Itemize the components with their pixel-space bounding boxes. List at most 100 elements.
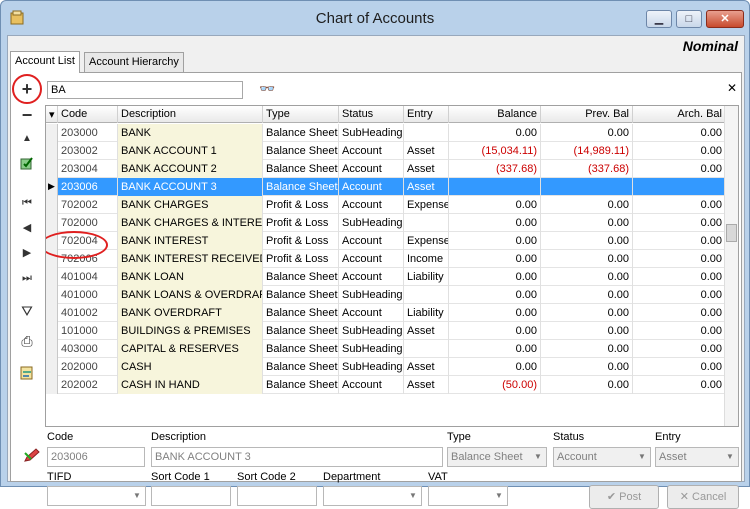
cell-status[interactable]: Account <box>339 376 404 394</box>
row-indicator[interactable]: ▶ <box>46 178 58 196</box>
cell-code[interactable]: 203006 <box>58 178 118 196</box>
cell-prev-bal[interactable]: 0.00 <box>541 268 633 286</box>
cell-balance[interactable]: 0.00 <box>449 304 541 322</box>
cell-code[interactable]: 401004 <box>58 268 118 286</box>
cell-balance[interactable] <box>449 178 541 196</box>
cell-arch-bal[interactable]: 0.00 <box>633 268 726 286</box>
cell-description[interactable]: BANK CHARGES <box>118 196 263 214</box>
cell-arch-bal[interactable]: 0.00 <box>633 358 726 376</box>
cell-status[interactable]: Account <box>339 232 404 250</box>
header-type[interactable]: Type <box>263 106 339 123</box>
cell-status[interactable]: Account <box>339 196 404 214</box>
cell-arch-bal[interactable]: 0.00 <box>633 214 726 232</box>
cell-type[interactable]: Balance Sheet <box>263 376 339 394</box>
cell-description[interactable]: BANK INTEREST RECEIVED <box>118 250 263 268</box>
table-row[interactable]: 401002 BANK OVERDRAFT Balance Sheet Account… <box>46 304 726 322</box>
remove-icon[interactable]: − <box>17 105 37 125</box>
cell-prev-bal[interactable]: (337.68) <box>541 160 633 178</box>
row-indicator[interactable] <box>46 160 58 178</box>
department-select[interactable]: ▼ <box>323 486 422 506</box>
cell-code[interactable]: 401002 <box>58 304 118 322</box>
table-row[interactable]: 401000 BANK LOANS & OVERDRAFT Balance Shee… <box>46 286 726 304</box>
cell-description[interactable]: CASH <box>118 358 263 376</box>
cell-arch-bal[interactable]: 0.00 <box>633 322 726 340</box>
previous-record-icon[interactable]: ◀ <box>17 218 37 238</box>
entry-select[interactable]: Asset ▼ <box>655 447 739 467</box>
header-status[interactable]: Status <box>339 106 404 123</box>
cell-type[interactable]: Balance Sheet <box>263 322 339 340</box>
cell-entry[interactable]: Expense <box>404 196 449 214</box>
cell-balance[interactable]: 0.00 <box>449 214 541 232</box>
minimize-button[interactable]: ▁ <box>646 10 672 28</box>
cell-description[interactable]: BANK CHARGES & INTEREST <box>118 214 263 232</box>
cell-entry[interactable]: Asset <box>404 142 449 160</box>
cell-arch-bal[interactable]: 0.00 <box>633 232 726 250</box>
cell-entry[interactable]: Asset <box>404 376 449 394</box>
cell-entry[interactable] <box>404 214 449 232</box>
cell-type[interactable]: Balance Sheet <box>263 142 339 160</box>
cell-arch-bal[interactable]: 0.00 <box>633 286 726 304</box>
cell-arch-bal[interactable]: 0.00 <box>633 142 726 160</box>
row-indicator[interactable] <box>46 358 58 376</box>
cell-entry[interactable]: Asset <box>404 160 449 178</box>
cancel-button[interactable]: ✕ Cancel <box>667 485 739 509</box>
filter-funnel-icon[interactable]: ⛛ <box>17 301 37 321</box>
clear-filter-icon[interactable]: ✕ <box>727 81 737 95</box>
cell-prev-bal[interactable]: 0.00 <box>541 376 633 394</box>
cell-type[interactable]: Balance Sheet <box>263 340 339 358</box>
cell-arch-bal[interactable]: 0.00 <box>633 250 726 268</box>
cell-description[interactable]: BANK ACCOUNT 1 <box>118 142 263 160</box>
cell-balance[interactable]: 0.00 <box>449 250 541 268</box>
header-arch-bal[interactable]: Arch. Bal <box>633 106 726 123</box>
row-indicator[interactable] <box>46 340 58 358</box>
cell-entry[interactable]: Asset <box>404 358 449 376</box>
cell-entry[interactable]: Liability <box>404 304 449 322</box>
cell-arch-bal[interactable]: 0.00 <box>633 376 726 394</box>
cell-status[interactable]: Account <box>339 250 404 268</box>
table-row[interactable]: 702004 BANK INTEREST Profit & Loss Account E… <box>46 232 726 250</box>
cell-entry[interactable] <box>404 124 449 142</box>
cell-prev-bal[interactable]: 0.00 <box>541 286 633 304</box>
table-row[interactable]: 202000 CASH Balance Sheet SubHeading Asset 0.… <box>46 358 726 376</box>
cell-code[interactable]: 203002 <box>58 142 118 160</box>
cell-entry[interactable] <box>404 340 449 358</box>
cell-type[interactable]: Balance Sheet <box>263 268 339 286</box>
cell-type[interactable]: Profit & Loss <box>263 196 339 214</box>
cell-status[interactable]: SubHeading <box>339 214 404 232</box>
row-indicator[interactable] <box>46 322 58 340</box>
table-row[interactable]: 401004 BANK LOAN Balance Sheet Account Liabi… <box>46 268 726 286</box>
cell-balance[interactable]: (50.00) <box>449 376 541 394</box>
close-button[interactable]: ✕ <box>706 10 744 28</box>
header-entry[interactable]: Entry <box>404 106 449 123</box>
cell-code[interactable]: 702000 <box>58 214 118 232</box>
cell-code[interactable]: 401000 <box>58 286 118 304</box>
table-row[interactable]: 203000 BANK Balance Sheet SubHeading 0.00 0.0… <box>46 124 726 142</box>
sort-code-2-field[interactable] <box>237 486 317 506</box>
table-row[interactable]: 702002 BANK CHARGES Profit & Loss Account Ex… <box>46 196 726 214</box>
title-bar[interactable]: Chart of Accounts ▁ □ ✕ <box>1 1 749 35</box>
cell-prev-bal[interactable]: 0.00 <box>541 358 633 376</box>
edit-icon[interactable] <box>17 155 37 175</box>
header-code[interactable]: Code <box>58 106 118 123</box>
cell-balance[interactable]: 0.00 <box>449 232 541 250</box>
next-record-icon[interactable]: ▶ <box>17 243 37 263</box>
cell-arch-bal[interactable]: 0.00 <box>633 160 726 178</box>
cell-status[interactable]: SubHeading <box>339 124 404 142</box>
cell-balance[interactable]: 0.00 <box>449 196 541 214</box>
cell-balance[interactable]: (337.68) <box>449 160 541 178</box>
cell-code[interactable]: 202000 <box>58 358 118 376</box>
sort-code-1-field[interactable] <box>151 486 231 506</box>
cell-prev-bal[interactable]: 0.00 <box>541 340 633 358</box>
cell-entry[interactable]: Liability <box>404 268 449 286</box>
binoculars-icon[interactable]: 👓 <box>259 81 275 97</box>
cell-balance[interactable]: 0.00 <box>449 358 541 376</box>
tifd-select[interactable]: ▼ <box>47 486 146 506</box>
row-indicator[interactable] <box>46 142 58 160</box>
cell-type[interactable]: Profit & Loss <box>263 232 339 250</box>
cell-prev-bal[interactable]: 0.00 <box>541 304 633 322</box>
header-prev-bal[interactable]: Prev. Bal <box>541 106 633 123</box>
row-indicator[interactable] <box>46 214 58 232</box>
cell-prev-bal[interactable]: 0.00 <box>541 124 633 142</box>
cell-status[interactable]: SubHeading <box>339 286 404 304</box>
cell-prev-bal[interactable]: 0.00 <box>541 322 633 340</box>
